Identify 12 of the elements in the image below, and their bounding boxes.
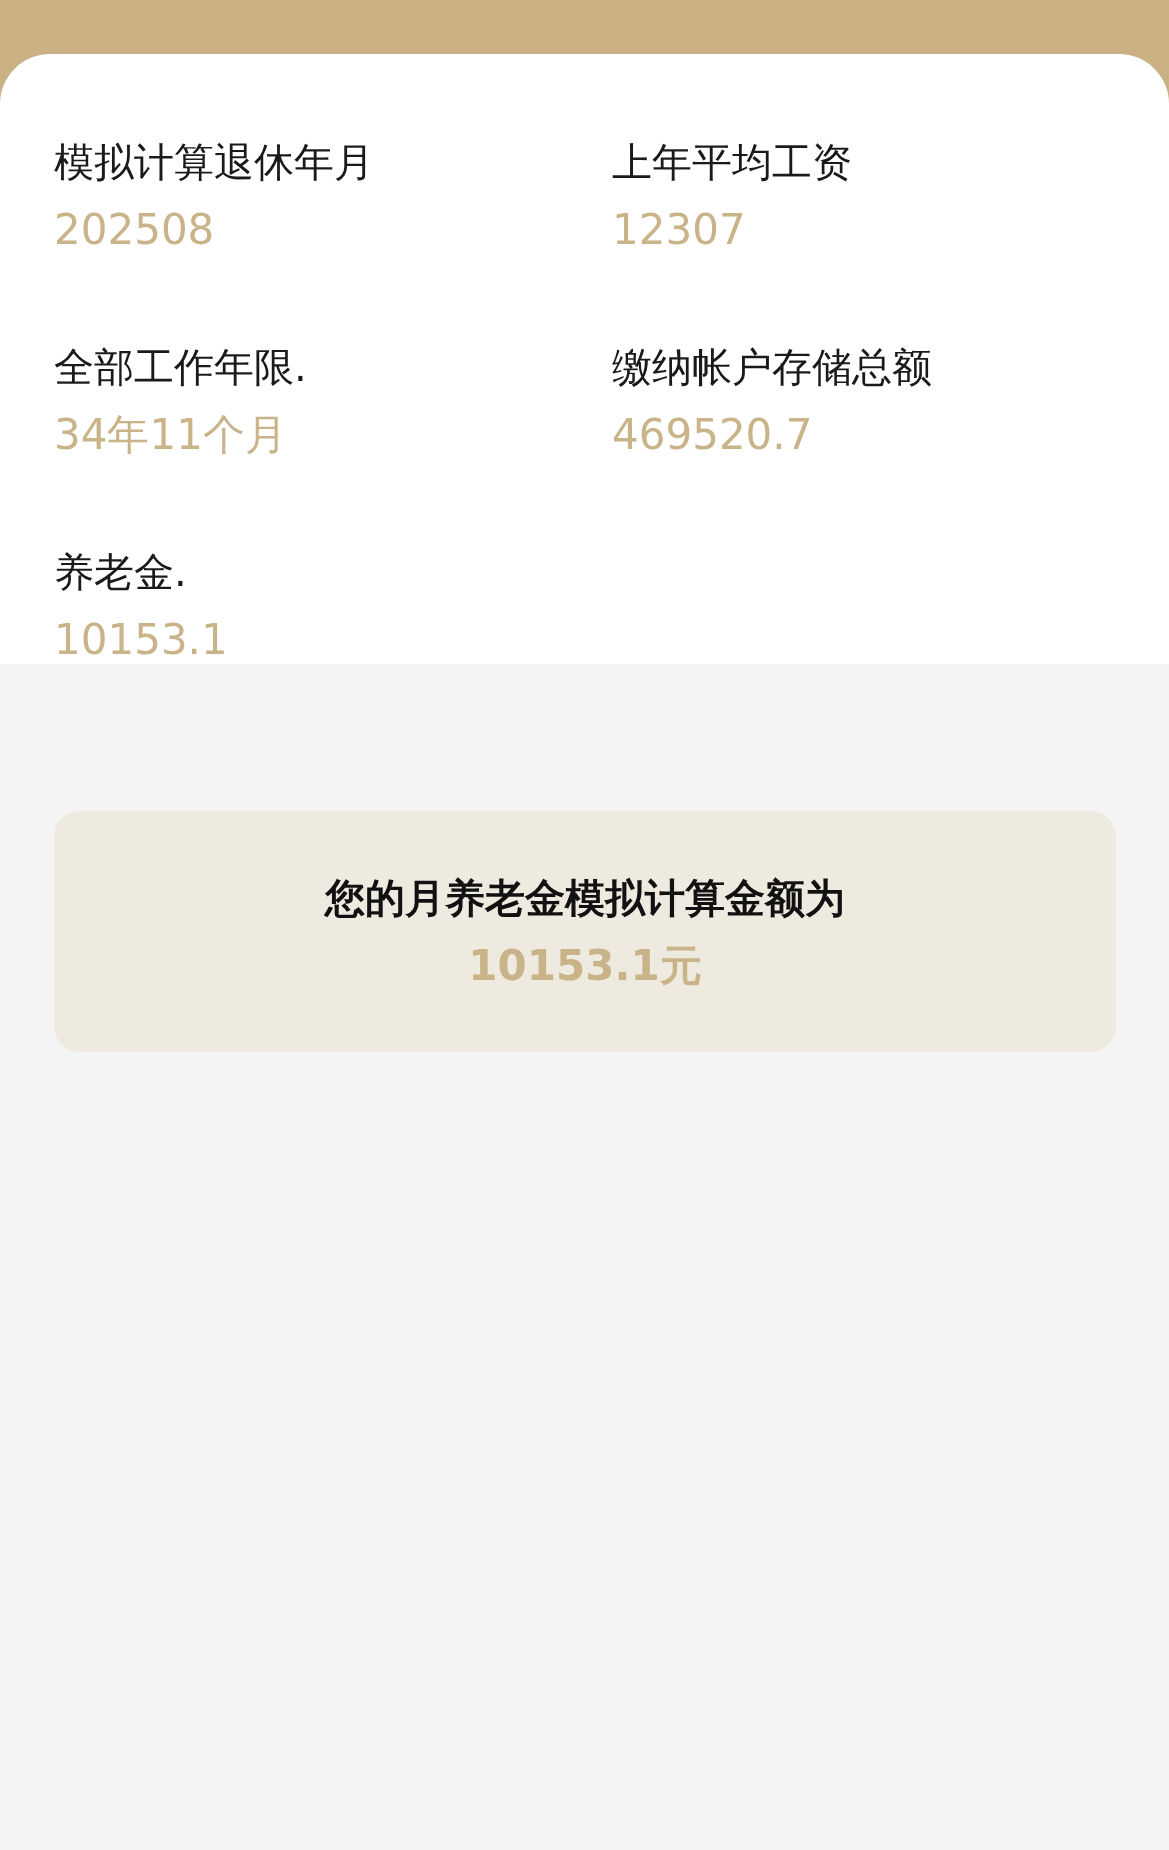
- field-label: 上年平均工资: [612, 138, 852, 187]
- result-amount: 10153.1元: [468, 939, 702, 992]
- field-label: 模拟计算退休年月: [54, 138, 374, 187]
- field-label: 养老金.: [54, 548, 187, 597]
- field-value: 34年11个月: [54, 409, 287, 461]
- field-value: 12307: [612, 204, 746, 256]
- field-label: 缴纳帐户存储总额: [612, 343, 932, 392]
- result-title: 您的月养老金模拟计算金额为: [325, 873, 845, 923]
- field-value: 469520.7: [612, 409, 813, 461]
- field-value: 202508: [54, 204, 215, 256]
- field-label: 全部工作年限.: [54, 343, 307, 392]
- field-value: 10153.1: [54, 614, 228, 664]
